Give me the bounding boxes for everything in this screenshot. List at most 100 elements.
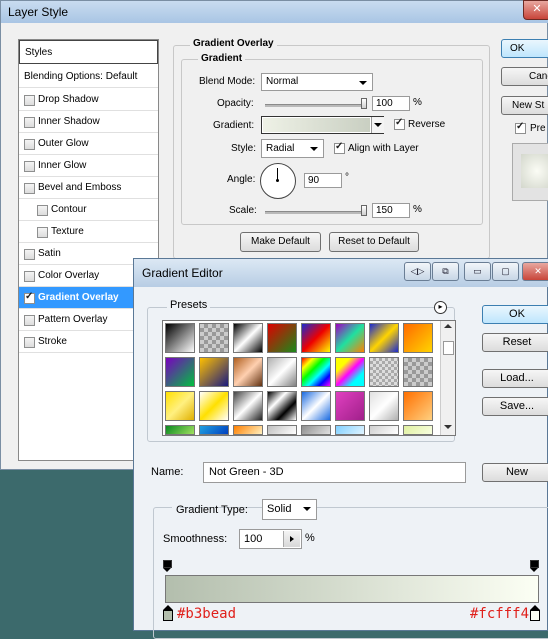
scale-slider-track[interactable] <box>265 211 367 214</box>
reset-to-default-button[interactable]: Reset to Default <box>329 232 419 252</box>
gradient-type-select[interactable]: Solid <box>262 499 317 520</box>
gradient-name-input[interactable]: Not Green - 3D <box>203 462 466 483</box>
preset-swatch[interactable] <box>165 323 195 353</box>
angle-input[interactable]: 90 <box>304 173 342 188</box>
new-style-button[interactable]: New St <box>501 96 548 115</box>
close-icon[interactable]: ✕ <box>522 262 548 281</box>
preset-swatch[interactable] <box>369 323 399 353</box>
style-item-contour[interactable]: Contour <box>19 199 158 221</box>
preset-swatch[interactable] <box>233 323 263 353</box>
scroll-up-icon[interactable] <box>444 324 452 328</box>
style-item-checkbox[interactable] <box>24 95 35 106</box>
layer-style-titlebar[interactable]: Layer Style <box>1 1 548 23</box>
color-stop-left[interactable] <box>163 605 173 621</box>
preset-swatch[interactable] <box>199 391 229 421</box>
preset-swatch[interactable] <box>301 425 331 435</box>
preset-swatch[interactable] <box>267 391 297 421</box>
align-with-layer-checkbox[interactable] <box>334 141 345 154</box>
scale-input[interactable]: 150 <box>372 203 410 218</box>
ok-button[interactable]: OK <box>501 39 548 58</box>
ge-ok-button[interactable]: OK <box>482 305 548 324</box>
style-item-inner-glow[interactable]: Inner Glow <box>19 155 158 177</box>
preset-swatch[interactable] <box>233 357 263 387</box>
preset-swatch[interactable] <box>199 357 229 387</box>
style-item-checkbox[interactable] <box>24 315 35 326</box>
maximize-icon[interactable]: ▢ <box>492 262 519 281</box>
preset-swatch[interactable] <box>369 357 399 387</box>
preset-swatch[interactable] <box>267 357 297 387</box>
minimize-icon[interactable]: ▭ <box>464 262 491 281</box>
preset-swatch[interactable] <box>233 425 263 435</box>
preset-swatch[interactable] <box>335 357 365 387</box>
restore-icon[interactable]: ⧉ <box>432 262 459 281</box>
gradient-dropdown-arrow[interactable] <box>371 117 384 133</box>
preset-swatch[interactable] <box>233 391 263 421</box>
style-item-checkbox[interactable] <box>24 271 35 282</box>
preset-swatch[interactable] <box>369 391 399 421</box>
smoothness-stepper[interactable] <box>283 531 300 547</box>
blending-options-item[interactable]: Blending Options: Default <box>19 66 158 88</box>
ge-reset-button[interactable]: Reset <box>482 333 548 352</box>
preset-swatch[interactable] <box>301 391 331 421</box>
scroll-down-icon[interactable] <box>444 425 452 429</box>
scroll-thumb[interactable] <box>443 341 454 355</box>
style-item-outer-glow[interactable]: Outer Glow <box>19 133 158 155</box>
angle-dial[interactable] <box>260 163 296 199</box>
smoothness-input[interactable]: 100 <box>239 529 302 549</box>
presets-menu-icon[interactable]: ▸ <box>434 301 447 314</box>
make-default-button[interactable]: Make Default <box>240 232 321 252</box>
opacity-slider-track[interactable] <box>265 104 367 107</box>
preset-swatch[interactable] <box>165 425 195 435</box>
preset-swatch[interactable] <box>369 425 399 435</box>
style-item-texture[interactable]: Texture <box>19 221 158 243</box>
style-item-checkbox[interactable] <box>37 227 48 238</box>
style-item-checkbox[interactable] <box>24 161 35 172</box>
blend-mode-select[interactable]: Normal <box>261 73 373 91</box>
ge-save-button[interactable]: Save... <box>482 397 548 416</box>
styles-header[interactable]: Styles <box>19 40 158 64</box>
style-select[interactable]: Radial <box>261 139 324 158</box>
style-item-checkbox[interactable] <box>24 117 35 128</box>
preset-swatch[interactable] <box>267 425 297 435</box>
gradient-picker[interactable] <box>261 116 384 134</box>
style-item-checkbox[interactable] <box>24 337 35 348</box>
opacity-stop-left[interactable] <box>163 560 172 572</box>
close-icon[interactable]: ✕ <box>523 0 548 20</box>
style-item-checkbox[interactable] <box>24 183 35 194</box>
cancel-button[interactable]: Canc <box>501 67 548 86</box>
preset-swatch[interactable] <box>199 323 229 353</box>
resize-arrows-icon[interactable]: ◁▷ <box>404 262 431 281</box>
color-stop-right[interactable] <box>530 605 540 621</box>
style-item-checkbox[interactable] <box>24 291 35 304</box>
opacity-input[interactable]: 100 <box>372 96 410 111</box>
preset-swatch[interactable] <box>267 323 297 353</box>
preset-swatch[interactable] <box>335 323 365 353</box>
preset-swatch[interactable] <box>301 323 331 353</box>
preset-swatch[interactable] <box>165 391 195 421</box>
style-item-drop-shadow[interactable]: Drop Shadow <box>19 89 158 111</box>
preset-swatch[interactable] <box>403 391 433 421</box>
preset-swatch[interactable] <box>403 323 433 353</box>
style-item-inner-shadow[interactable]: Inner Shadow <box>19 111 158 133</box>
preset-swatch[interactable] <box>403 425 433 435</box>
opacity-slider-thumb[interactable] <box>361 98 367 109</box>
style-item-checkbox[interactable] <box>24 249 35 260</box>
gradient-bar[interactable] <box>165 575 539 603</box>
scale-slider-thumb[interactable] <box>361 205 367 216</box>
reverse-checkbox[interactable] <box>394 117 405 130</box>
preview-checkbox[interactable] <box>515 121 526 134</box>
presets-scrollbar[interactable] <box>440 321 455 435</box>
style-item-checkbox[interactable] <box>24 139 35 150</box>
gradient-editor-titlebar[interactable]: Gradient Editor ◁▷ ⧉ ▭ ▢ ✕ <box>134 259 548 287</box>
style-item-bevel-and-emboss[interactable]: Bevel and Emboss <box>19 177 158 199</box>
ge-load-button[interactable]: Load... <box>482 369 548 388</box>
preset-swatch[interactable] <box>335 391 365 421</box>
preset-swatch[interactable] <box>165 357 195 387</box>
opacity-stop-right[interactable] <box>530 560 539 572</box>
preset-swatch[interactable] <box>335 425 365 435</box>
ge-new-button[interactable]: New <box>482 463 548 482</box>
preset-swatch[interactable] <box>199 425 229 435</box>
style-item-checkbox[interactable] <box>37 205 48 216</box>
preset-swatch[interactable] <box>403 357 433 387</box>
preset-swatch[interactable] <box>301 357 331 387</box>
